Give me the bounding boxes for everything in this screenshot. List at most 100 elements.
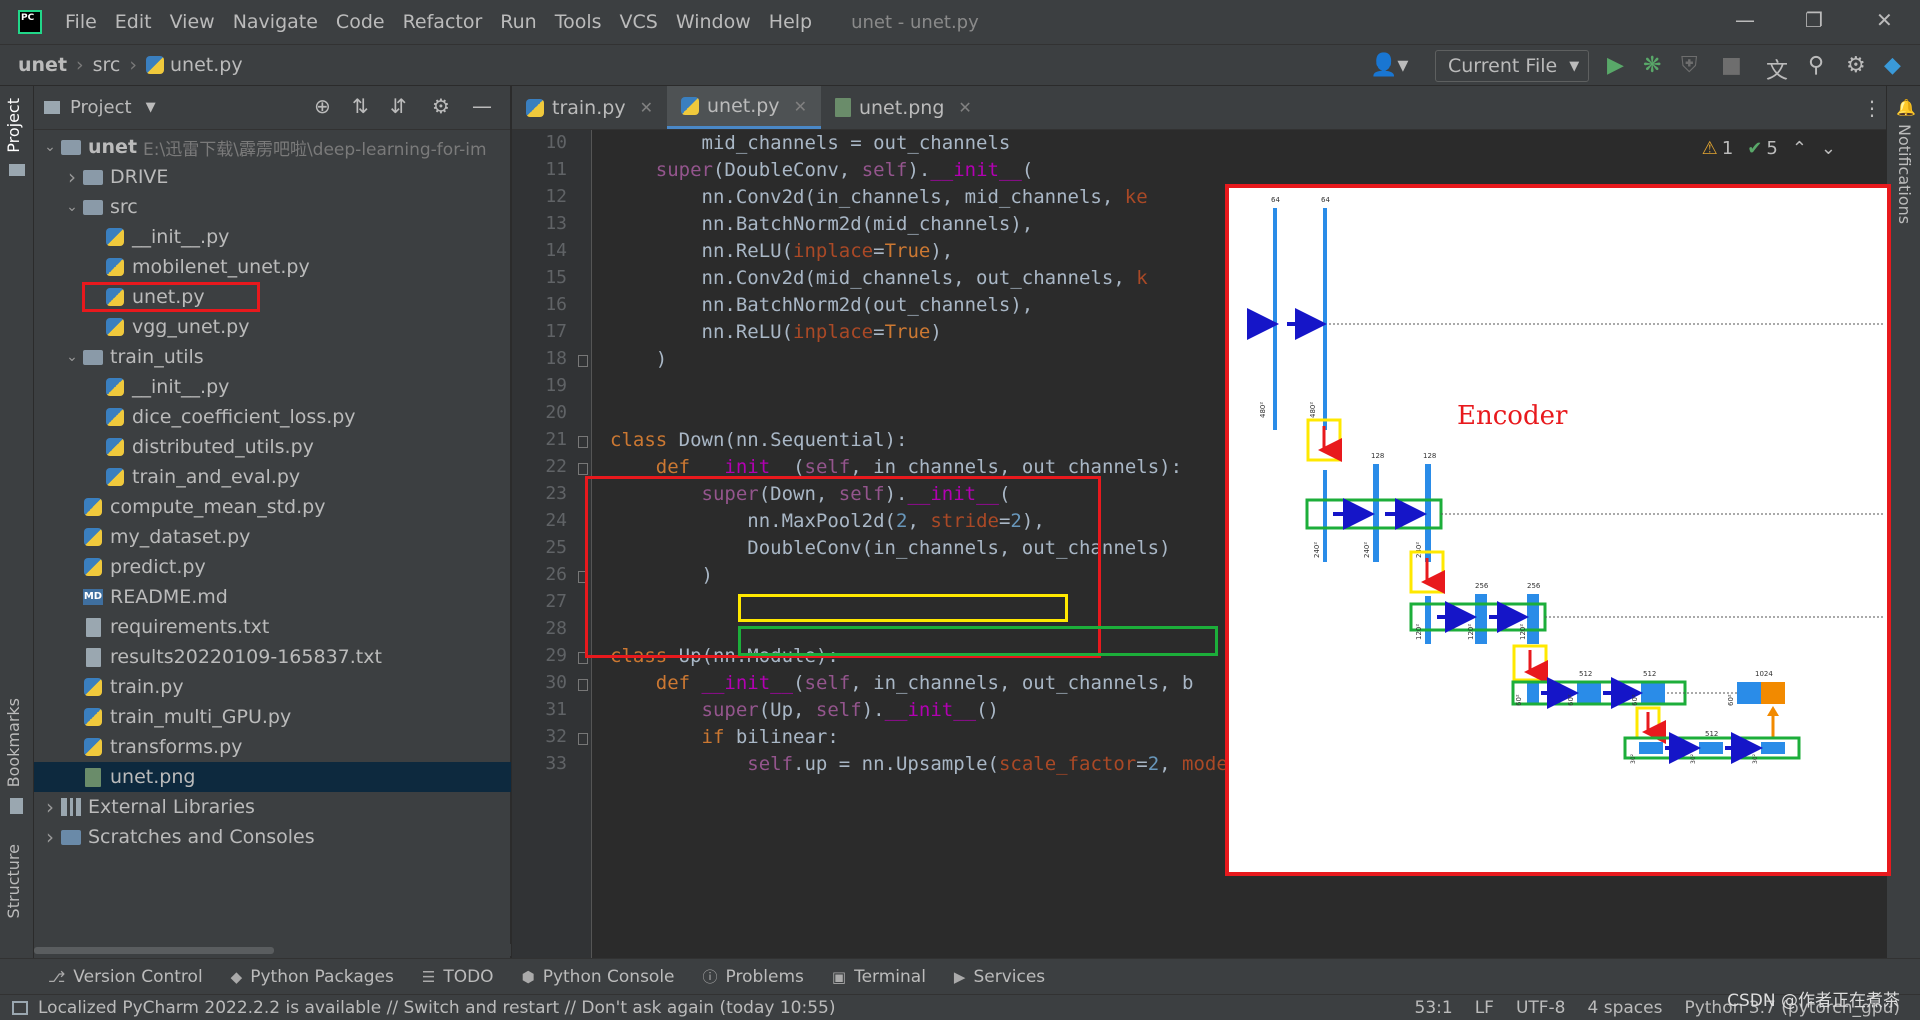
fold-marker-icon[interactable]: [578, 436, 588, 448]
close-tab-icon[interactable]: ✕: [958, 98, 971, 117]
tree-item[interactable]: unet.png: [34, 762, 511, 792]
bottom-tab-problems[interactable]: ⓘ Problems: [703, 966, 804, 987]
fold-marker-icon[interactable]: [578, 355, 588, 367]
tree-item[interactable]: __init__.py: [34, 372, 511, 402]
tree-item[interactable]: distributed_utils.py: [34, 432, 511, 462]
minimize-icon[interactable]: —: [1735, 8, 1755, 32]
editor-tab[interactable]: unet.png ✕: [821, 86, 986, 129]
close-tab-icon[interactable]: ✕: [794, 97, 807, 116]
menu-edit[interactable]: Edit: [106, 11, 161, 33]
fold-marker-icon[interactable]: [578, 463, 588, 475]
run-icon[interactable]: ▶: [1607, 53, 1624, 78]
project-tool-tab[interactable]: Project: [4, 98, 23, 153]
code-line[interactable]: super(Up, self).__init__(): [610, 699, 999, 721]
scrollbar-thumb[interactable]: [34, 947, 274, 954]
run-config-select[interactable]: Current File ▼: [1435, 50, 1589, 82]
coverage-icon[interactable]: ⛨: [1681, 53, 1698, 78]
chevron-up-icon[interactable]: ⌃: [1792, 138, 1807, 159]
bottom-tab-terminal[interactable]: ▣ Terminal: [832, 967, 926, 987]
notifications-tool-tab[interactable]: Notifications: [1895, 124, 1914, 224]
chevron-down-icon[interactable]: ⌄: [1821, 138, 1836, 159]
tree-item[interactable]: dice_coefficient_loss.py: [34, 402, 511, 432]
locate-icon[interactable]: ⊕: [314, 94, 331, 118]
structure-tool-tab[interactable]: Structure: [4, 844, 23, 918]
hide-icon[interactable]: —: [472, 94, 492, 118]
bottom-tab-services[interactable]: ▶ Services: [954, 967, 1045, 987]
bottom-tab-python-packages[interactable]: ◆ Python Packages: [231, 967, 394, 987]
breadcrumb-project[interactable]: unet: [18, 54, 67, 76]
chevron-right-icon[interactable]: ›: [40, 825, 60, 849]
horizontal-scrollbar[interactable]: [34, 944, 511, 956]
menu-navigate[interactable]: Navigate: [224, 11, 327, 33]
user-icon[interactable]: 👤▾: [1370, 53, 1408, 78]
tree-item[interactable]: › Scratches and Consoles: [34, 822, 511, 852]
indent-setting[interactable]: 4 spaces: [1588, 998, 1663, 1018]
chevron-right-icon[interactable]: ›: [62, 165, 82, 189]
stop-icon[interactable]: ■: [1721, 53, 1742, 78]
search-icon[interactable]: ⚲: [1808, 53, 1824, 78]
bottom-tab-todo[interactable]: ☰ TODO: [422, 967, 494, 987]
code-line[interactable]: if bilinear:: [610, 726, 839, 748]
fold-marker-icon[interactable]: [578, 733, 588, 745]
project-panel-title[interactable]: Project: [70, 97, 132, 118]
code-line[interactable]: mid_channels = out_channels: [610, 132, 1011, 154]
chevron-down-icon[interactable]: ⌄: [62, 349, 82, 365]
close-icon[interactable]: ✕: [1876, 8, 1893, 32]
collapse-all-icon[interactable]: ⇵: [390, 94, 407, 118]
bookmarks-tool-tab[interactable]: Bookmarks: [4, 698, 23, 787]
tree-item[interactable]: predict.py: [34, 552, 511, 582]
menu-vcs[interactable]: VCS: [611, 11, 667, 33]
tree-item[interactable]: __init__.py: [34, 222, 511, 252]
menu-file[interactable]: File: [56, 11, 106, 33]
tree-item[interactable]: results20220109-165837.txt: [34, 642, 511, 672]
tree-item[interactable]: train_multi_GPU.py: [34, 702, 511, 732]
tree-item[interactable]: unet.py: [34, 282, 511, 312]
menu-refactor[interactable]: Refactor: [394, 11, 492, 33]
menu-code[interactable]: Code: [327, 11, 394, 33]
tree-item[interactable]: train_and_eval.py: [34, 462, 511, 492]
menu-run[interactable]: Run: [491, 11, 545, 33]
menu-window[interactable]: Window: [667, 11, 760, 33]
code-line[interactable]: nn.Conv2d(in_channels, mid_channels, ke: [610, 186, 1148, 208]
code-line[interactable]: nn.BatchNorm2d(mid_channels),: [610, 213, 1034, 235]
gear-icon[interactable]: ⚙: [432, 94, 450, 118]
inspection-widget[interactable]: ⚠ 1 ✔ 5 ⌃ ⌄: [1702, 138, 1836, 159]
code-line[interactable]: def __init__(self, in_channels, out_chan…: [610, 456, 1182, 478]
breadcrumb-file[interactable]: unet.py: [170, 54, 243, 76]
line-separator[interactable]: LF: [1475, 998, 1494, 1018]
translate-icon[interactable]: 文: [1766, 53, 1788, 85]
code-line[interactable]: def __init__(self, in_channels, out_chan…: [610, 672, 1194, 694]
tree-item[interactable]: › External Libraries: [34, 792, 511, 822]
tree-item[interactable]: compute_mean_std.py: [34, 492, 511, 522]
tree-item[interactable]: ⌄ train_utils: [34, 342, 511, 372]
debug-icon[interactable]: ❋: [1643, 53, 1661, 78]
restore-icon[interactable]: ❐: [1805, 8, 1823, 32]
tree-item[interactable]: › DRIVE: [34, 162, 511, 192]
status-icon[interactable]: [12, 1000, 28, 1015]
code-line[interactable]: nn.BatchNorm2d(out_channels),: [610, 294, 1034, 316]
chevron-right-icon[interactable]: ›: [40, 795, 60, 819]
file-encoding[interactable]: UTF-8: [1516, 998, 1566, 1018]
tree-item[interactable]: ⌄ unet E:\迅雷下载\霹雳吧啦\deep-learning-for-im: [34, 132, 511, 162]
code-line[interactable]: nn.ReLU(inplace=True),: [610, 240, 954, 262]
more-icon[interactable]: ⋮: [1862, 96, 1882, 120]
code-line[interactable]: super(DoubleConv, self).__init__(: [610, 159, 1034, 181]
tree-item[interactable]: my_dataset.py: [34, 522, 511, 552]
menu-help[interactable]: Help: [760, 11, 821, 33]
gear-icon[interactable]: ⚙: [1846, 53, 1866, 78]
menu-tools[interactable]: Tools: [546, 11, 611, 33]
bottom-tab-version-control[interactable]: ⎇ Version Control: [48, 967, 203, 987]
tree-item[interactable]: MD README.md: [34, 582, 511, 612]
fold-marker-icon[interactable]: [578, 679, 588, 691]
tree-item[interactable]: mobilenet_unet.py: [34, 252, 511, 282]
tree-item[interactable]: transforms.py: [34, 732, 511, 762]
caret-position[interactable]: 53:1: [1415, 998, 1453, 1018]
tree-item[interactable]: train.py: [34, 672, 511, 702]
code-line[interactable]: nn.Conv2d(mid_channels, out_channels, k: [610, 267, 1148, 289]
status-message[interactable]: Localized PyCharm 2022.2.2 is available …: [38, 998, 835, 1018]
editor-tab[interactable]: train.py ✕: [512, 86, 667, 129]
menu-view[interactable]: View: [161, 11, 224, 33]
tree-item[interactable]: vgg_unet.py: [34, 312, 511, 342]
breadcrumb-src[interactable]: src: [93, 54, 121, 76]
close-tab-icon[interactable]: ✕: [640, 98, 653, 117]
